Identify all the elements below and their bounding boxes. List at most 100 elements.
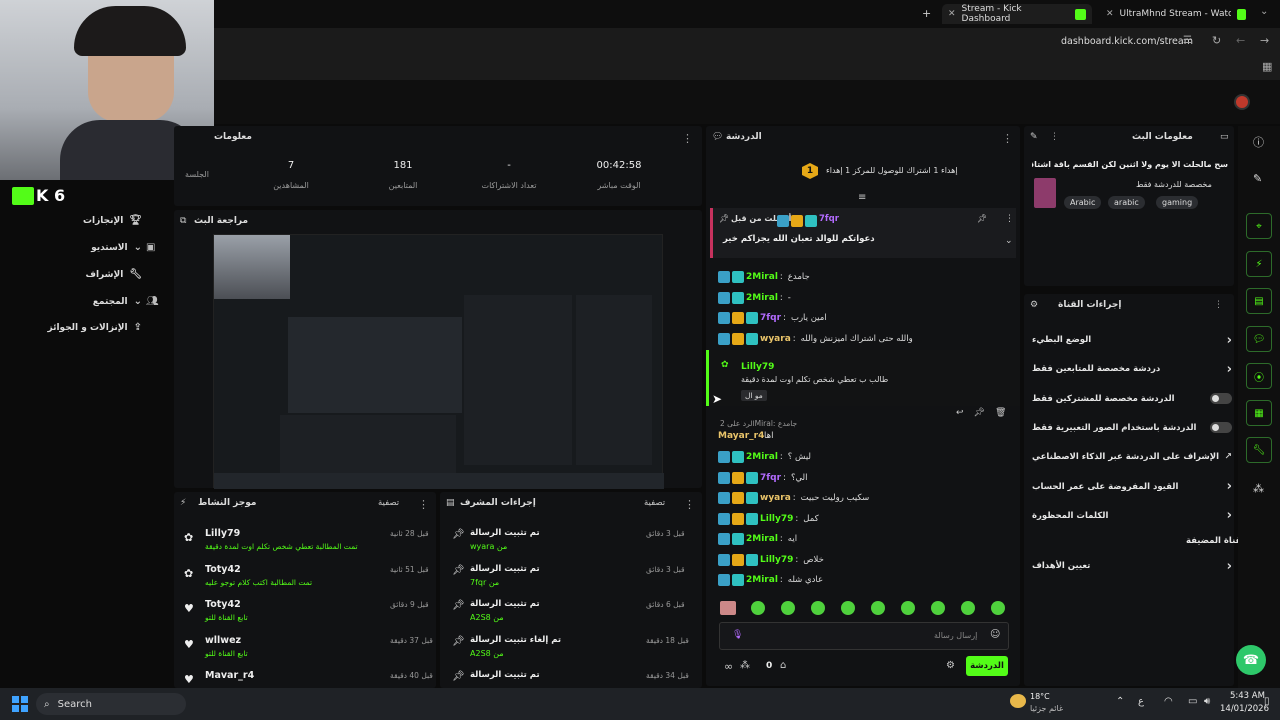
windows-start-icon[interactable]	[12, 696, 28, 712]
wifi-icon[interactable]: ◠	[1164, 696, 1173, 707]
mod-action-by[interactable]: من A2S8	[470, 613, 504, 622]
more-options-icon[interactable]: ⋮	[418, 498, 429, 511]
chat-icon[interactable]: 💬︎	[1246, 326, 1272, 352]
chat-username[interactable]: Lilly79	[760, 514, 793, 524]
set-goals-row[interactable]: تعيين الأهداف ›	[1032, 556, 1232, 576]
more-options-icon[interactable]: ⋮	[1050, 132, 1059, 142]
chat-username[interactable]: wyara	[760, 334, 791, 344]
unpin-icon[interactable]: 📌︎	[977, 214, 987, 223]
info-icon[interactable]: ⓘ	[1253, 134, 1264, 150]
channel-action-row[interactable]: الوضع البطيء ›	[1032, 330, 1232, 350]
list-icon[interactable]: ▤	[1246, 288, 1272, 314]
activity-username[interactable]: wllwez	[205, 635, 241, 646]
more-options-icon[interactable]: ⋮	[682, 132, 693, 145]
chat-message[interactable]: 2Miral: ليش ؟	[718, 448, 1013, 466]
mod-action-by[interactable]: من 7fqr	[470, 578, 499, 587]
channel-action-row[interactable]: الكلمات المحظورة ›	[1032, 506, 1232, 526]
emote-icon[interactable]	[961, 601, 975, 615]
pinned-message[interactable]: 📌︎ أرسلت من قبل 7fqr دعواتكم للوالد تعبا…	[710, 208, 1016, 258]
emote-icon[interactable]	[901, 601, 915, 615]
tab-list-chevron-icon[interactable]: ⌄	[1260, 6, 1268, 17]
external-link-icon[interactable]: ↗	[1224, 452, 1232, 462]
clock-time[interactable]: 5:43 AM	[1230, 691, 1265, 701]
layers-icon[interactable]: ▦	[1246, 400, 1272, 426]
reader-mode-icon[interactable]: ☰	[1183, 35, 1192, 46]
highlighted-message[interactable]: ✿ Lilly79 طالب ب تعطي شخص تكلم اوت لمدة …	[706, 350, 1020, 406]
sidebar-item-drops[interactable]: ⇪ الإنزالات و الجوائز	[47, 322, 142, 333]
forward-icon[interactable]: ←	[1236, 34, 1245, 47]
emote-icon[interactable]	[991, 601, 1005, 615]
notifications-icon[interactable]: ▯	[1264, 696, 1270, 707]
mic-icon[interactable]: 🎙︎	[732, 630, 743, 640]
collapse-icon[interactable]: ≡	[858, 192, 866, 203]
stream-category[interactable]: مخصصة للدردشة فقط	[1136, 180, 1212, 189]
chat-message[interactable]: wyara: سكيب روليت حبيت	[718, 489, 1013, 507]
more-options-icon[interactable]: ⋮	[1214, 300, 1223, 310]
channel-action-row[interactable]: الدردشة باستخدام الصور التعبيرية فقط	[1032, 418, 1232, 438]
mod-action-by[interactable]: من wyara	[470, 542, 507, 551]
url-field[interactable]: dashboard.kick.com/stream	[1061, 36, 1193, 47]
filter-button[interactable]: تصفية	[644, 498, 665, 508]
sidebar-item-moderation[interactable]: 🔧︎ الإشراف	[86, 269, 142, 280]
chat-username[interactable]: wyara	[760, 493, 791, 503]
chat-username[interactable]: 2Miral	[746, 452, 778, 462]
sidebar-item-community[interactable]: ⌄ المجتمع	[93, 296, 142, 307]
bits-icon[interactable]: ⁂	[740, 660, 750, 671]
community-icon[interactable]: ⁂	[1253, 482, 1264, 495]
emote-icon[interactable]	[811, 601, 825, 615]
chevron-down-icon[interactable]: ⌄	[1005, 236, 1013, 246]
more-options-icon[interactable]: ⋮	[684, 498, 695, 511]
volume-icon[interactable]: 🔊︎	[1204, 696, 1210, 707]
tray-chevron-icon[interactable]: ⌃	[1116, 696, 1124, 707]
more-options-icon[interactable]: ⋮	[1002, 132, 1013, 145]
chat-username[interactable]: 2Miral	[746, 272, 778, 282]
activity-username[interactable]: Lilly79	[205, 528, 240, 539]
network-icon[interactable]: ▭	[1188, 696, 1197, 707]
streamer-emote-icon[interactable]	[720, 601, 736, 615]
tab-kick-dashboard[interactable]: ✕ Stream - Kick Dashboard	[942, 4, 1092, 24]
chat-message[interactable]: 2Miral: ايه	[718, 530, 1013, 548]
stream-video-preview[interactable]	[213, 234, 664, 489]
emote-icon[interactable]	[751, 601, 765, 615]
camera-icon[interactable]: ⌖	[1246, 213, 1272, 239]
emote-icon[interactable]	[841, 601, 855, 615]
chat-message[interactable]: Lilly79: خلاص	[718, 551, 1013, 569]
emote-icon[interactable]	[931, 601, 945, 615]
support-headset-icon[interactable]: ☎	[1236, 645, 1266, 675]
delete-icon[interactable]: 🗑︎	[995, 408, 1006, 418]
avatar[interactable]	[1234, 94, 1250, 110]
channel-action-row[interactable]: دردشة مخصصة للمتابعين فقط ›	[1032, 359, 1232, 379]
chat-username[interactable]: 7fqr	[760, 313, 781, 323]
language-icon[interactable]: ع	[1138, 696, 1144, 707]
back-icon[interactable]: →	[1260, 34, 1269, 47]
emoji-icon[interactable]: ☺	[990, 629, 1000, 640]
chat-message[interactable]: 2Miral: جامدع	[718, 268, 1013, 286]
clock-date[interactable]: 14/01/2026	[1220, 704, 1269, 714]
chat-message[interactable]: 7fqr: الي؟	[718, 469, 1013, 487]
more-options-icon[interactable]: ⋮	[1005, 214, 1014, 224]
close-icon[interactable]: ✕	[1106, 9, 1114, 19]
studio-icon[interactable]: ▣	[146, 242, 155, 253]
wrench-icon[interactable]: 🔧︎	[1246, 437, 1272, 463]
pin-icon[interactable]: 📌︎	[974, 408, 985, 418]
apps-grid-icon[interactable]: ▦	[1262, 60, 1272, 73]
reply-username[interactable]: Mayar_r4	[718, 431, 764, 441]
chat-message[interactable]: 7fqr: امين يارب	[718, 309, 1013, 327]
chat-username[interactable]: 2Miral	[746, 293, 778, 303]
toggle-switch[interactable]	[1210, 422, 1232, 434]
chat-message[interactable]: 2Miral: عادي شله	[718, 571, 1013, 589]
reply-icon[interactable]: ↩	[956, 408, 964, 418]
weather-icon[interactable]	[1010, 694, 1026, 708]
chat-username[interactable]: 7fqr	[760, 473, 781, 483]
activity-username[interactable]: Toty42	[205, 599, 241, 610]
edit-icon[interactable]: ✎	[1030, 132, 1038, 142]
taskbar-search[interactable]: ⌕ Search	[36, 693, 186, 715]
lightning-icon[interactable]: ⚡︎	[1246, 251, 1272, 277]
sidebar-item-achievements[interactable]: 🏆︎ الإنجازات	[83, 215, 142, 226]
chat-username[interactable]: 2Miral	[746, 534, 778, 544]
pinned-username[interactable]: 7fqr	[819, 214, 839, 224]
broadcast-icon[interactable]: ⦿	[1246, 363, 1272, 389]
emote-icon[interactable]	[871, 601, 885, 615]
emote-icon[interactable]	[781, 601, 795, 615]
infinity-icon[interactable]: ∞	[724, 660, 733, 673]
